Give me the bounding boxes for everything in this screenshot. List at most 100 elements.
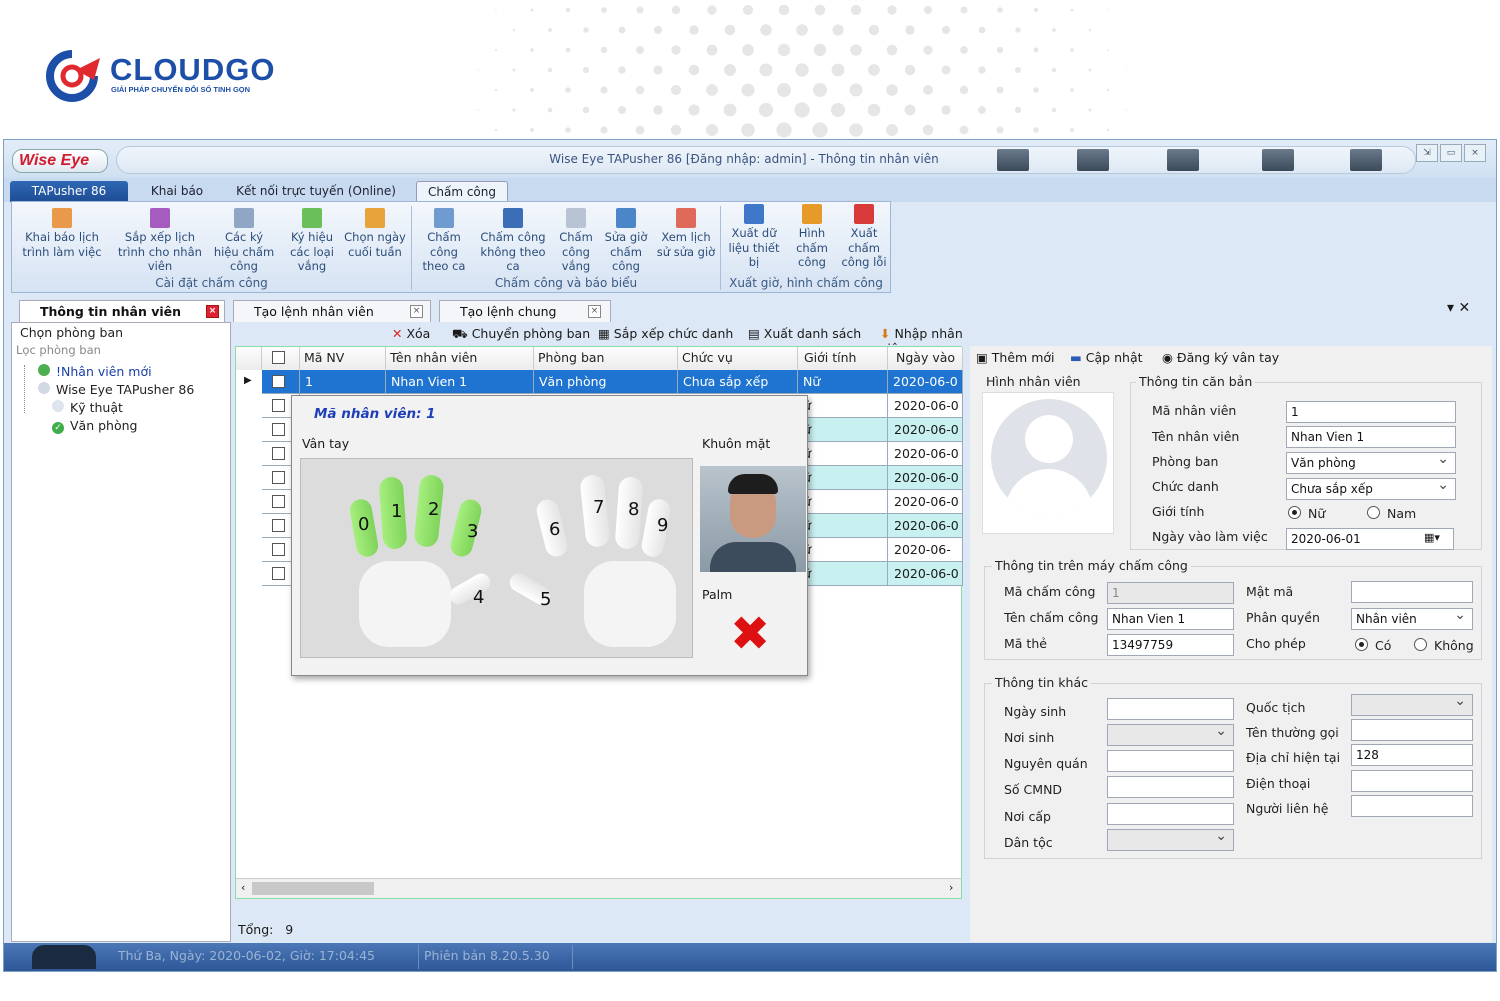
ribbon-btn-theo-ca[interactable]: Chấm công theo ca bbox=[416, 208, 472, 274]
close-icon[interactable]: × bbox=[588, 305, 601, 318]
ribbon-btn-loai-vang[interactable]: Ký hiệu các loại vắng bbox=[284, 208, 340, 274]
cell-gioi-tinh[interactable]: ữ bbox=[798, 394, 888, 418]
other-right-field[interactable] bbox=[1351, 795, 1473, 817]
ribbon-btn-xuat-du-lieu[interactable]: Xuất dữ liệu thiết bị bbox=[724, 204, 784, 270]
gender-female-radio[interactable] bbox=[1288, 506, 1301, 519]
other-right-field[interactable] bbox=[1351, 719, 1473, 741]
cell-gioi-tinh[interactable]: ữ bbox=[798, 466, 888, 490]
ribbon-btn-xuat-loi[interactable]: Xuất chấm công lỗi bbox=[838, 204, 890, 270]
cell-gioi-tinh[interactable]: ữ bbox=[798, 562, 888, 586]
ma-cham-cong-field[interactable]: 1 bbox=[1107, 582, 1234, 604]
wise-eye-logo[interactable]: Wise Eye bbox=[12, 149, 108, 173]
employee-photo[interactable] bbox=[982, 392, 1114, 534]
tree-item-van-phong[interactable]: ✓ Văn phòng bbox=[52, 418, 137, 434]
sort-title-button[interactable]: ▦ Sắp xếp chức danh bbox=[598, 326, 733, 341]
ribbon-btn-khai-bao-lich[interactable]: Khai báo lịch trình làm việc bbox=[14, 208, 110, 259]
row-checkbox[interactable] bbox=[272, 471, 285, 484]
tree-item-new-employee[interactable]: !Nhân viên mới bbox=[38, 364, 152, 379]
row-checkbox[interactable] bbox=[272, 399, 285, 412]
add-new-button[interactable]: ▣ Thêm mới bbox=[976, 350, 1055, 365]
cell-gioi-tinh[interactable]: ữ bbox=[798, 514, 888, 538]
tab-ket-noi[interactable]: Kết nối trực tuyến (Online) bbox=[226, 181, 406, 202]
close-icon[interactable]: × bbox=[206, 305, 219, 318]
other-left-field[interactable] bbox=[1107, 698, 1234, 720]
grid-header-phong-ban[interactable]: Phòng ban bbox=[534, 347, 678, 370]
tree-item-root[interactable]: Wise Eye TAPusher 86 bbox=[38, 382, 194, 397]
calendar-dropdown-icon[interactable]: ▦▾ bbox=[1424, 531, 1440, 544]
ribbon-btn-hinh[interactable]: Hình chấm công bbox=[786, 204, 838, 270]
tab-cham-cong[interactable]: Chấm công bbox=[416, 181, 508, 202]
ribbon-btn-lich-su[interactable]: Xem lịch sử sửa giờ bbox=[656, 208, 716, 259]
other-right-field[interactable] bbox=[1351, 770, 1473, 792]
chuc-danh-select[interactable]: Chưa sắp xếp bbox=[1286, 475, 1456, 500]
device-3-icon[interactable] bbox=[1167, 149, 1199, 171]
grid-header-ngay-vao[interactable]: Ngày vào bbox=[888, 347, 963, 370]
ribbon-btn-ky-hieu[interactable]: Các ký hiệu chấm công bbox=[212, 208, 276, 274]
gender-male-radio[interactable] bbox=[1367, 506, 1380, 519]
close-icon[interactable]: × bbox=[1464, 144, 1486, 162]
restore-icon[interactable]: ▭ bbox=[1440, 144, 1462, 162]
ten-cham-cong-field[interactable]: Nhan Vien 1 bbox=[1107, 608, 1234, 630]
tab-tapusher[interactable]: TAPusher 86 bbox=[10, 181, 128, 202]
row-checkbox[interactable] bbox=[272, 519, 285, 532]
ma-nhan-vien-field[interactable]: 1 bbox=[1286, 401, 1456, 423]
grid-header-chuc-vu[interactable]: Chức vụ bbox=[678, 347, 798, 370]
scroll-left-icon[interactable]: ‹ bbox=[241, 881, 245, 894]
cell-ma-nv[interactable]: 1 bbox=[300, 370, 386, 394]
close-icon[interactable]: × bbox=[410, 305, 423, 318]
ribbon-btn-sua-gio[interactable]: Sửa giờ chấm công bbox=[600, 208, 652, 274]
finger-4[interactable] bbox=[446, 570, 494, 608]
horizontal-scrollbar[interactable]: ‹ › bbox=[236, 878, 961, 898]
cell-gioi-tinh[interactable]: ữ bbox=[798, 418, 888, 442]
tree-item-ky-thuat[interactable]: Kỹ thuật bbox=[52, 400, 123, 415]
move-department-button[interactable]: ⛟ Chuyển phòng ban bbox=[452, 326, 590, 343]
grid-header-ten[interactable]: Tên nhân viên bbox=[386, 347, 534, 370]
table-row[interactable]: ▶ 1 Nhan Vien 1 Văn phòng Chưa sắp xếp N… bbox=[236, 370, 963, 394]
other-right-field[interactable] bbox=[1351, 691, 1473, 716]
cell-gioi-tinh[interactable]: ữ bbox=[798, 490, 888, 514]
cell-ngay-vao[interactable]: 2020-06-0 bbox=[888, 370, 963, 394]
ribbon-btn-cuoi-tuan[interactable]: Chọn ngày cuối tuần bbox=[342, 208, 408, 259]
device-4-icon[interactable] bbox=[1262, 149, 1294, 171]
cell-ngay-vao[interactable]: 2020-06-0 bbox=[888, 562, 963, 586]
doctab-thong-tin[interactable]: Thông tin nhân viên × bbox=[19, 300, 225, 322]
grid-header-ma-nv[interactable]: Mã NV bbox=[300, 347, 386, 370]
ribbon-btn-khong-theo-ca[interactable]: Chấm công không theo ca bbox=[474, 208, 552, 274]
device-1-icon[interactable] bbox=[997, 149, 1029, 171]
other-left-field[interactable] bbox=[1107, 776, 1234, 798]
scroll-right-icon[interactable]: › bbox=[949, 881, 953, 894]
phan-quyen-select[interactable]: Nhân viên bbox=[1351, 605, 1473, 630]
row-checkbox[interactable] bbox=[272, 447, 285, 460]
update-button[interactable]: ▬ Cập nhật bbox=[1070, 350, 1143, 365]
cell-ngay-vao[interactable]: 2020-06-0 bbox=[888, 442, 963, 466]
row-select[interactable] bbox=[262, 370, 300, 394]
other-left-field[interactable] bbox=[1107, 826, 1234, 851]
cell-ngay-vao[interactable]: 2020-06-0 bbox=[888, 394, 963, 418]
grid-header-select[interactable] bbox=[262, 347, 300, 370]
mat-ma-field[interactable] bbox=[1351, 581, 1473, 603]
cell-chuc-vu[interactable]: Chưa sắp xếp bbox=[678, 370, 798, 394]
doctab-tao-lenh-chung[interactable]: Tạo lệnh chung × bbox=[439, 300, 611, 322]
register-fingerprint-button[interactable]: ◉ Đăng ký vân tay bbox=[1162, 350, 1279, 365]
other-right-field[interactable]: 128 bbox=[1351, 744, 1473, 766]
row-checkbox[interactable] bbox=[272, 375, 285, 388]
ten-nhan-vien-field[interactable]: Nhan Vien 1 bbox=[1286, 426, 1456, 448]
scrollbar-thumb[interactable] bbox=[252, 882, 374, 895]
phong-ban-select[interactable]: Văn phòng bbox=[1286, 449, 1456, 474]
export-list-button[interactable]: ▤ Xuất danh sách bbox=[748, 326, 861, 341]
row-checkbox[interactable] bbox=[272, 543, 285, 556]
cell-gioi-tinh[interactable]: ữ bbox=[798, 538, 888, 562]
department-filter[interactable]: Lọc phòng ban bbox=[16, 343, 101, 357]
select-all-checkbox[interactable] bbox=[272, 351, 285, 364]
grid-header-gioi-tinh[interactable]: Giới tính bbox=[798, 347, 888, 370]
tab-khai-bao[interactable]: Khai báo bbox=[141, 181, 213, 202]
cell-ngay-vao[interactable]: 2020-06-0 bbox=[888, 490, 963, 514]
cell-gioi-tinh[interactable]: Nữ bbox=[798, 370, 888, 394]
cell-phong-ban[interactable]: Văn phòng bbox=[534, 370, 678, 394]
device-5-icon[interactable] bbox=[1350, 149, 1382, 171]
delete-button[interactable]: ✕ Xóa bbox=[392, 326, 430, 341]
ribbon-btn-sap-xep[interactable]: Sắp xếp lịch trình cho nhân viên bbox=[112, 208, 208, 274]
other-left-field[interactable] bbox=[1107, 803, 1234, 825]
panel-pin-icon[interactable]: ▾ ✕ bbox=[1447, 300, 1470, 316]
doctab-tao-lenh-nv[interactable]: Tạo lệnh nhân viên × bbox=[233, 300, 431, 322]
